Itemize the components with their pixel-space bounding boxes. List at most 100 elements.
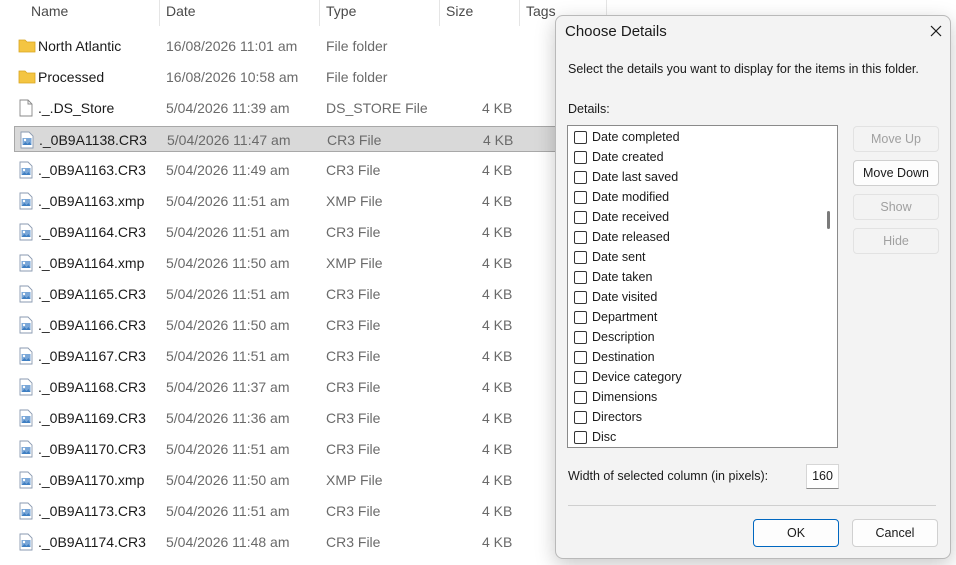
file-row[interactable]: ._0B9A1138.CR3 5/04/2026 11:47 am CR3 File… <box>14 126 614 152</box>
checkbox[interactable] <box>574 311 587 324</box>
image-file-icon <box>18 223 34 241</box>
file-size: 4 KB <box>482 317 513 333</box>
checkbox[interactable] <box>574 351 587 364</box>
column-divider[interactable] <box>159 0 160 26</box>
choose-details-dialog: Choose Details Select the details you wa… <box>555 15 951 559</box>
file-date: 5/04/2026 11:51 am <box>166 441 290 457</box>
column-date[interactable]: Date <box>166 3 196 19</box>
file-type: CR3 File <box>326 224 381 240</box>
move-down-button[interactable]: Move Down <box>853 160 939 186</box>
file-row[interactable]: ._0B9A1169.CR3 5/04/2026 11:36 am CR3 File… <box>14 405 614 431</box>
file-row[interactable]: ._0B9A1167.CR3 5/04/2026 11:51 am CR3 File… <box>14 343 614 369</box>
details-item-label: Disc <box>592 430 617 444</box>
checkbox[interactable] <box>574 251 587 264</box>
image-file-icon <box>18 347 34 365</box>
column-width-input[interactable]: 160 <box>806 464 839 489</box>
file-row[interactable]: ._0B9A1166.CR3 5/04/2026 11:50 am CR3 File… <box>14 312 614 338</box>
file-size: 4 KB <box>482 100 513 116</box>
close-button[interactable] <box>923 19 949 43</box>
file-type: DS_STORE File <box>326 100 428 116</box>
column-divider[interactable] <box>519 0 520 26</box>
file-size: 4 KB <box>482 255 513 271</box>
column-header: Name Date Type Size Tags <box>0 0 620 26</box>
column-size[interactable]: Size <box>446 3 473 19</box>
file-row[interactable]: ._0B9A1163.CR3 5/04/2026 11:49 am CR3 File… <box>14 157 614 183</box>
column-width-label: Width of selected column (in pixels): <box>568 469 769 483</box>
file-date: 5/04/2026 11:50 am <box>166 317 290 333</box>
file-size: 4 KB <box>482 441 513 457</box>
file-type: XMP File <box>326 472 383 488</box>
checkbox[interactable] <box>574 371 587 384</box>
cancel-button[interactable]: Cancel <box>852 519 938 547</box>
file-row[interactable]: ._0B9A1164.CR3 5/04/2026 11:51 am CR3 File… <box>14 219 614 245</box>
checkbox[interactable] <box>574 191 587 204</box>
file-row[interactable]: ._0B9A1164.xmp 5/04/2026 11:50 am XMP File… <box>14 250 614 276</box>
file-date: 5/04/2026 11:49 am <box>166 162 290 178</box>
checkbox[interactable] <box>574 391 587 404</box>
file-row[interactable]: ._0B9A1165.CR3 5/04/2026 11:51 am CR3 File… <box>14 281 614 307</box>
checkbox[interactable] <box>574 151 587 164</box>
file-row[interactable]: North Atlantic 16/08/2026 11:01 am File fo… <box>14 33 614 59</box>
details-item-label: Description <box>592 330 655 344</box>
details-item-label: Date visited <box>592 290 658 304</box>
checkbox[interactable] <box>574 291 587 304</box>
checkbox[interactable] <box>574 131 587 144</box>
details-item-label: Date modified <box>592 190 670 204</box>
checkbox[interactable] <box>574 211 587 224</box>
file-name: Processed <box>38 69 105 85</box>
column-tags[interactable]: Tags <box>526 3 556 19</box>
file-row[interactable]: ._0B9A1163.xmp 5/04/2026 11:51 am XMP File… <box>14 188 614 214</box>
file-type: XMP File <box>326 193 383 209</box>
file-row[interactable]: ._.DS_Store 5/04/2026 11:39 am DS_STORE Fi… <box>14 95 614 121</box>
file-date: 16/08/2026 10:58 am <box>166 69 299 85</box>
ok-button[interactable]: OK <box>753 519 839 547</box>
file-row[interactable]: ._0B9A1174.CR3 5/04/2026 11:48 am CR3 File… <box>14 529 614 555</box>
file-name: ._0B9A1138.CR3 <box>39 132 147 148</box>
file-name: ._.DS_Store <box>38 100 115 116</box>
column-divider[interactable] <box>319 0 320 26</box>
checkbox[interactable] <box>574 331 587 344</box>
column-divider[interactable] <box>439 0 440 26</box>
image-file-icon <box>18 285 34 303</box>
file-date: 5/04/2026 11:50 am <box>166 472 290 488</box>
file-row[interactable]: Processed 16/08/2026 10:58 am File folder <box>14 64 614 90</box>
file-row[interactable]: ._0B9A1173.CR3 5/04/2026 11:51 am CR3 File… <box>14 498 614 524</box>
checkbox[interactable] <box>574 271 587 284</box>
file-date: 5/04/2026 11:36 am <box>166 410 290 426</box>
details-item-label: Date taken <box>592 270 653 284</box>
listbox-scrollbar[interactable] <box>827 211 830 229</box>
file-date: 5/04/2026 11:51 am <box>166 286 290 302</box>
file-row[interactable]: ._0B9A1170.xmp 5/04/2026 11:50 am XMP File… <box>14 467 614 493</box>
file-type: CR3 File <box>326 410 381 426</box>
checkbox[interactable] <box>574 431 587 444</box>
details-item-label: Device category <box>592 370 682 384</box>
file-name: ._0B9A1163.CR3 <box>38 162 146 178</box>
show-button[interactable]: Show <box>853 194 939 220</box>
file-name: ._0B9A1170.xmp <box>38 472 145 488</box>
dialog-divider <box>568 505 936 506</box>
file-date: 5/04/2026 11:47 am <box>167 132 291 148</box>
column-name[interactable]: Name <box>31 3 68 19</box>
details-listbox[interactable]: Date completed Date created Date last save… <box>567 125 838 448</box>
hide-button[interactable]: Hide <box>853 228 939 254</box>
file-name: ._0B9A1170.CR3 <box>38 441 146 457</box>
checkbox[interactable] <box>574 411 587 424</box>
close-icon <box>930 25 942 37</box>
file-row[interactable]: ._0B9A1168.CR3 5/04/2026 11:37 am CR3 File… <box>14 374 614 400</box>
file-name: ._0B9A1165.CR3 <box>38 286 146 302</box>
column-type[interactable]: Type <box>326 3 356 19</box>
image-file-icon <box>18 440 34 458</box>
move-up-button[interactable]: Move Up <box>853 126 939 152</box>
file-type: CR3 File <box>326 348 381 364</box>
file-type: CR3 File <box>326 286 381 302</box>
checkbox[interactable] <box>574 231 587 244</box>
checkbox[interactable] <box>574 171 587 184</box>
file-row[interactable]: ._0B9A1170.CR3 5/04/2026 11:51 am CR3 File… <box>14 436 614 462</box>
file-size: 4 KB <box>483 132 514 148</box>
file-type: XMP File <box>326 255 383 271</box>
file-name: ._0B9A1169.CR3 <box>38 410 146 426</box>
file-size: 4 KB <box>482 162 513 178</box>
dialog-title: Choose Details <box>565 23 667 40</box>
dialog-description: Select the details you want to display f… <box>568 62 919 76</box>
image-file-icon <box>18 502 34 520</box>
